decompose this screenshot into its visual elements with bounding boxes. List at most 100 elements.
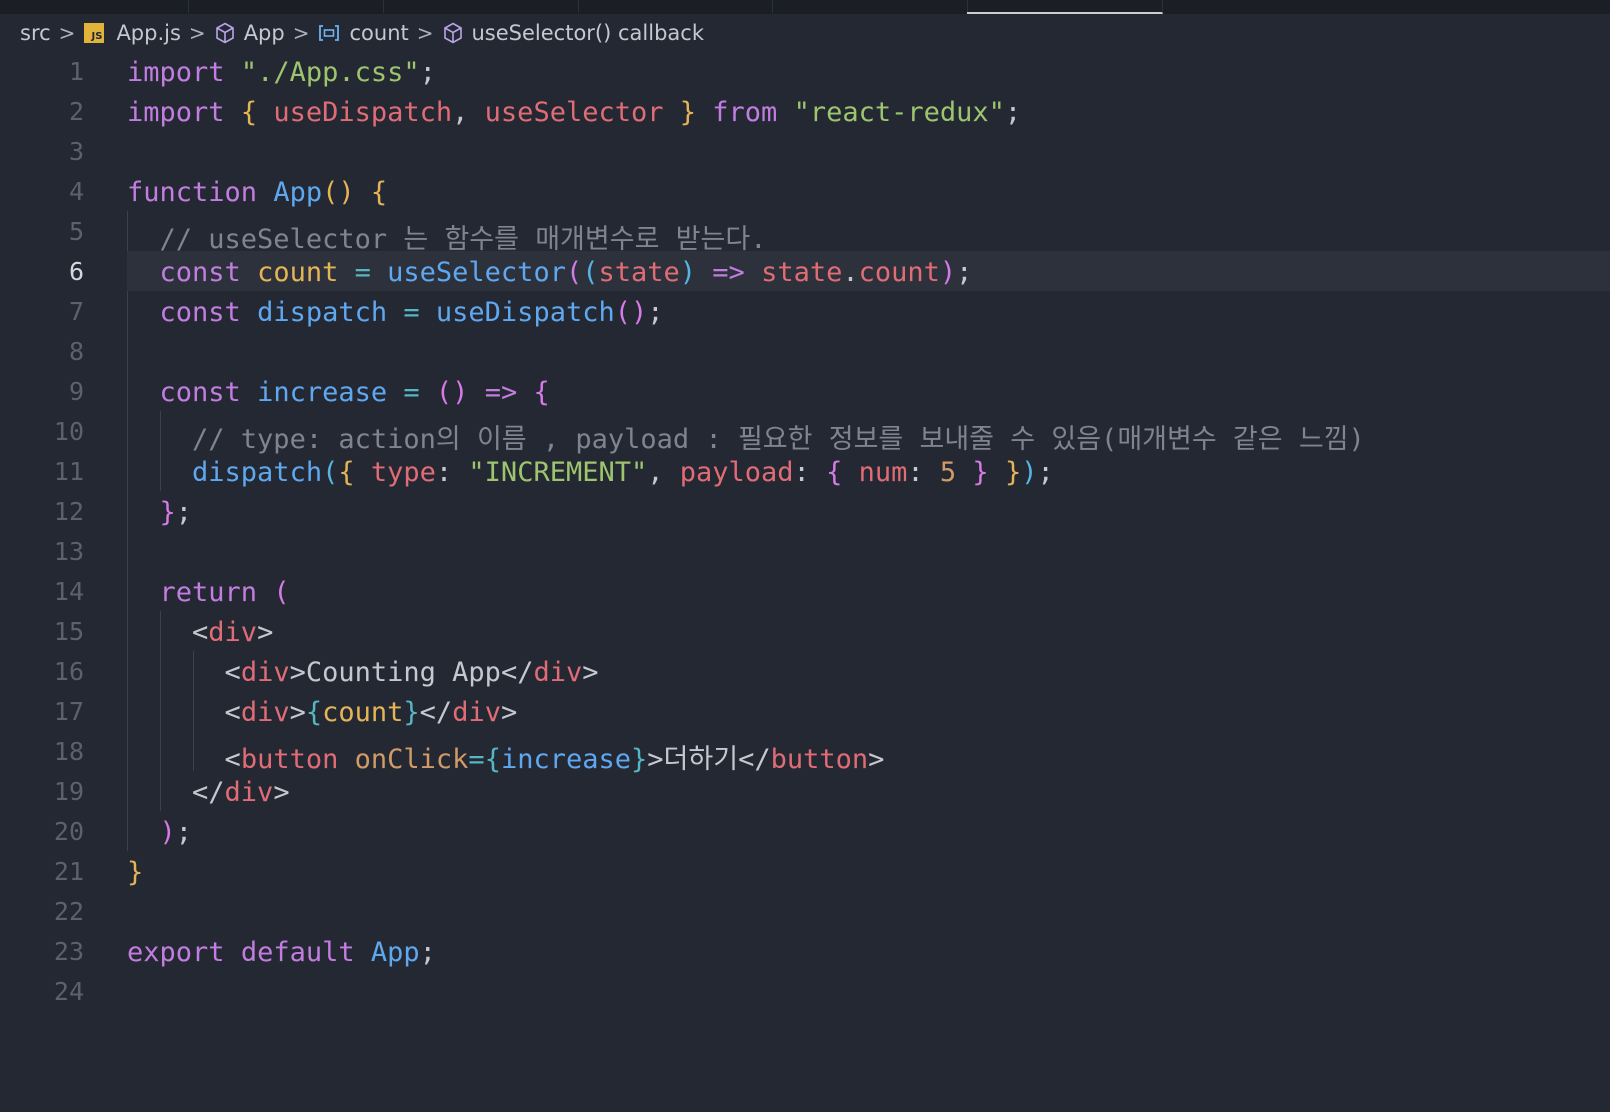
editor-tab[interactable] bbox=[0, 0, 189, 13]
line-number[interactable]: 9 bbox=[0, 377, 84, 406]
code-line[interactable]: 9 const increase = () => { bbox=[0, 371, 1610, 411]
line-number[interactable]: 7 bbox=[0, 297, 84, 326]
code-text[interactable]: const dispatch = useDispatch(); bbox=[127, 297, 664, 328]
code-line[interactable]: 11 dispatch({ type: "INCREMENT", payload… bbox=[0, 451, 1610, 491]
line-number[interactable]: 14 bbox=[0, 577, 84, 606]
code-line[interactable]: 18 <button onClick={increase}>더하기</butto… bbox=[0, 731, 1610, 775]
code-line[interactable]: 14 return ( bbox=[0, 571, 1610, 611]
code-line[interactable]: 23 export default App; bbox=[0, 931, 1610, 971]
code-line[interactable]: 4 function App() { bbox=[0, 171, 1610, 211]
line-number[interactable]: 1 bbox=[0, 57, 84, 86]
editor-tab[interactable] bbox=[772, 0, 968, 13]
code-text[interactable]: <div> bbox=[127, 617, 273, 648]
code-line[interactable]: 8 bbox=[0, 331, 1610, 371]
code-line[interactable]: 16 <div>Counting App</div> bbox=[0, 651, 1610, 691]
code-line[interactable]: 20 ); bbox=[0, 811, 1610, 851]
code-line[interactable]: 12 }; bbox=[0, 491, 1610, 531]
code-token: useDispatch bbox=[273, 97, 453, 128]
code-text[interactable]: export default App; bbox=[127, 937, 436, 968]
code-token: ; bbox=[419, 937, 436, 968]
line-number[interactable]: 24 bbox=[0, 977, 84, 1006]
line-number[interactable]: 19 bbox=[0, 777, 84, 806]
line-number[interactable]: 8 bbox=[0, 337, 84, 366]
editor-tab[interactable] bbox=[578, 0, 773, 13]
line-number[interactable]: 15 bbox=[0, 617, 84, 646]
code-line[interactable]: 17 <div>{count}</div> bbox=[0, 691, 1610, 731]
code-line[interactable]: 15 <div> bbox=[0, 611, 1610, 651]
line-number[interactable]: 22 bbox=[0, 897, 84, 926]
breadcrumb-item-app[interactable]: App bbox=[215, 21, 285, 45]
code-text[interactable]: ); bbox=[127, 817, 193, 848]
code-line[interactable]: 6 const count = useSelector((state) => s… bbox=[0, 251, 1610, 291]
code-token: . bbox=[842, 257, 859, 288]
code-token: ( bbox=[582, 257, 599, 288]
code-line[interactable]: 10 // type: action의 이름 , payload : 필요한 정… bbox=[0, 411, 1610, 455]
code-token: div bbox=[240, 697, 290, 728]
code-token: < bbox=[192, 617, 209, 648]
code-text[interactable]: <div>{count}</div> bbox=[127, 697, 518, 728]
editor-tab[interactable] bbox=[188, 0, 384, 13]
code-line[interactable]: 19 </div> bbox=[0, 771, 1610, 811]
code-token: } bbox=[127, 857, 144, 888]
editor-tab[interactable] bbox=[383, 0, 579, 13]
line-number[interactable]: 23 bbox=[0, 937, 84, 966]
code-line[interactable]: 21} bbox=[0, 851, 1610, 891]
code-token: state bbox=[761, 257, 843, 288]
code-line[interactable]: 2 import { useDispatch, useSelector } fro… bbox=[0, 91, 1610, 131]
code-text[interactable]: import "./App.css"; bbox=[127, 57, 436, 88]
code-text[interactable]: } bbox=[127, 857, 143, 888]
code-text[interactable]: <div>Counting App</div> bbox=[127, 657, 599, 688]
code-text[interactable]: }; bbox=[127, 497, 193, 528]
code-token: useSelector bbox=[484, 97, 664, 128]
line-number[interactable]: 18 bbox=[0, 737, 84, 766]
code-line[interactable]: 1 import "./App.css"; bbox=[0, 51, 1610, 91]
line-number[interactable]: 4 bbox=[0, 177, 84, 206]
code-text[interactable]: const count = useSelector((state) => sta… bbox=[127, 257, 973, 288]
code-text[interactable]: dispatch({ type: "INCREMENT", payload: {… bbox=[127, 457, 1054, 488]
code-line[interactable]: 5 // useSelector 는 함수를 매개변수로 받는다. bbox=[0, 211, 1610, 255]
code-token: { bbox=[338, 457, 355, 488]
code-text[interactable]: function App() { bbox=[127, 177, 387, 208]
breadcrumb-item-app-js[interactable]: JS App.js bbox=[84, 21, 181, 45]
code-line[interactable]: 7 const dispatch = useDispatch(); bbox=[0, 291, 1610, 331]
breadcrumb-item-src[interactable]: src bbox=[20, 21, 51, 45]
breadcrumb-item-callback[interactable]: useSelector() callback bbox=[443, 21, 704, 45]
code-line[interactable]: 3 bbox=[0, 131, 1610, 171]
line-number[interactable]: 21 bbox=[0, 857, 84, 886]
line-number[interactable]: 2 bbox=[0, 97, 84, 126]
code-token: dispatch bbox=[192, 457, 323, 488]
code-token: ; bbox=[175, 497, 193, 528]
line-number[interactable]: 3 bbox=[0, 137, 84, 166]
line-number[interactable]: 17 bbox=[0, 697, 84, 726]
code-line[interactable]: 22 bbox=[0, 891, 1610, 931]
line-number[interactable]: 5 bbox=[0, 217, 84, 246]
code-text[interactable]: const increase = () => { bbox=[127, 377, 550, 408]
line-number[interactable]: 10 bbox=[0, 417, 84, 446]
line-number[interactable]: 6 bbox=[0, 257, 84, 286]
breadcrumb-item-count[interactable]: count bbox=[318, 21, 409, 45]
line-number[interactable]: 11 bbox=[0, 457, 84, 486]
chevron-right-icon: > bbox=[416, 21, 434, 45]
code-line[interactable]: 13 bbox=[0, 531, 1610, 571]
code-text[interactable]: import { useDispatch, useSelector } from… bbox=[127, 97, 1021, 128]
editor-tab-active[interactable] bbox=[967, 0, 1163, 14]
line-number[interactable]: 13 bbox=[0, 537, 84, 566]
line-number[interactable]: 20 bbox=[0, 817, 84, 846]
code-text[interactable]: return ( bbox=[127, 577, 290, 608]
code-line[interactable]: 24 bbox=[0, 971, 1610, 1011]
code-token: , bbox=[647, 457, 680, 488]
code-token: } bbox=[403, 697, 420, 728]
code-text[interactable]: </div> bbox=[127, 777, 290, 808]
code-token: > bbox=[500, 697, 518, 728]
line-number[interactable]: 12 bbox=[0, 497, 84, 526]
line-number[interactable]: 16 bbox=[0, 657, 84, 686]
